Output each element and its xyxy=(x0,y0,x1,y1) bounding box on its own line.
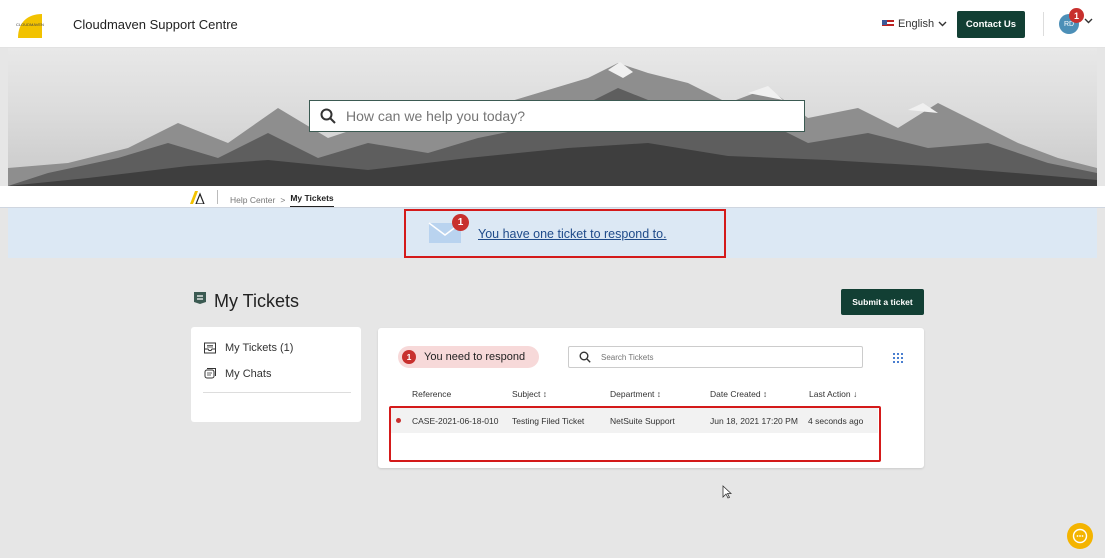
sidebar-item-label: My Tickets (1) xyxy=(225,342,294,354)
respond-count-badge: 1 xyxy=(402,350,416,364)
breadcrumb-current[interactable]: My Tickets xyxy=(290,193,334,207)
respond-ticket-link[interactable]: You have one ticket to respond to. xyxy=(478,227,667,241)
chat-bubble-icon xyxy=(1072,528,1088,544)
chat-icon xyxy=(204,368,216,379)
mouse-cursor-icon xyxy=(722,485,732,499)
notification-badge: 1 xyxy=(452,214,469,231)
chat-launcher-button[interactable] xyxy=(1067,523,1093,549)
sidebar-divider xyxy=(203,392,351,393)
contact-us-button[interactable]: Contact Us xyxy=(957,11,1025,38)
breadcrumb: Help Center > My Tickets xyxy=(230,193,334,207)
sidebar-item-label: My Chats xyxy=(225,368,272,380)
ticket-sidebar: My Tickets (1) My Chats xyxy=(191,327,361,422)
search-icon xyxy=(579,351,591,363)
header-divider-right xyxy=(1043,12,1044,36)
column-header-last-action[interactable]: Last Action ↓ xyxy=(809,389,857,399)
ticket-search-box[interactable] xyxy=(568,346,863,368)
avatar-notification-badge: 1 xyxy=(1069,8,1084,23)
page-title: My Tickets xyxy=(214,291,300,311)
column-header-date-created[interactable]: Date Created ↕ xyxy=(710,389,767,399)
respond-filter-label: You need to respond xyxy=(424,351,526,363)
site-title[interactable]: Cloudmaven Support Centre xyxy=(73,17,238,32)
columns-settings-icon[interactable] xyxy=(892,352,904,364)
ticket-icon xyxy=(194,292,206,304)
respond-filter-pill[interactable]: 1 You need to respond xyxy=(398,346,539,368)
sidebar-item-my-tickets[interactable]: My Tickets (1) xyxy=(203,341,293,355)
ticket-search-input[interactable] xyxy=(601,352,851,362)
avatar-chevron-down-icon[interactable] xyxy=(1084,18,1093,24)
breadcrumb-divider xyxy=(217,190,218,204)
language-label: English xyxy=(898,18,935,30)
submit-ticket-button[interactable]: Submit a ticket xyxy=(841,289,924,315)
chevron-down-icon xyxy=(938,21,947,27)
breadcrumb-help-center[interactable]: Help Center xyxy=(230,195,275,205)
sidebar-item-my-chats[interactable]: My Chats xyxy=(203,367,271,381)
breadcrumb-bar xyxy=(0,186,1105,208)
language-selector[interactable]: English xyxy=(882,18,947,30)
us-flag-icon xyxy=(882,20,894,28)
column-header-department[interactable]: Department ↕ xyxy=(610,389,661,399)
column-header-reference[interactable]: Reference xyxy=(412,389,451,399)
ticket-row-highlight xyxy=(389,406,881,462)
help-search-input[interactable] xyxy=(346,108,786,124)
logo-text: CLOUDMAVEN xyxy=(16,22,44,27)
brand-mark-icon[interactable] xyxy=(189,190,205,204)
breadcrumb-separator: > xyxy=(280,195,286,205)
help-search-bar[interactable] xyxy=(309,100,805,132)
column-header-subject[interactable]: Subject ↕ xyxy=(512,389,547,399)
search-icon xyxy=(320,108,336,124)
table-header: Reference Subject ↕ Department ↕ Date Cr… xyxy=(378,389,924,403)
inbox-icon xyxy=(204,342,216,354)
